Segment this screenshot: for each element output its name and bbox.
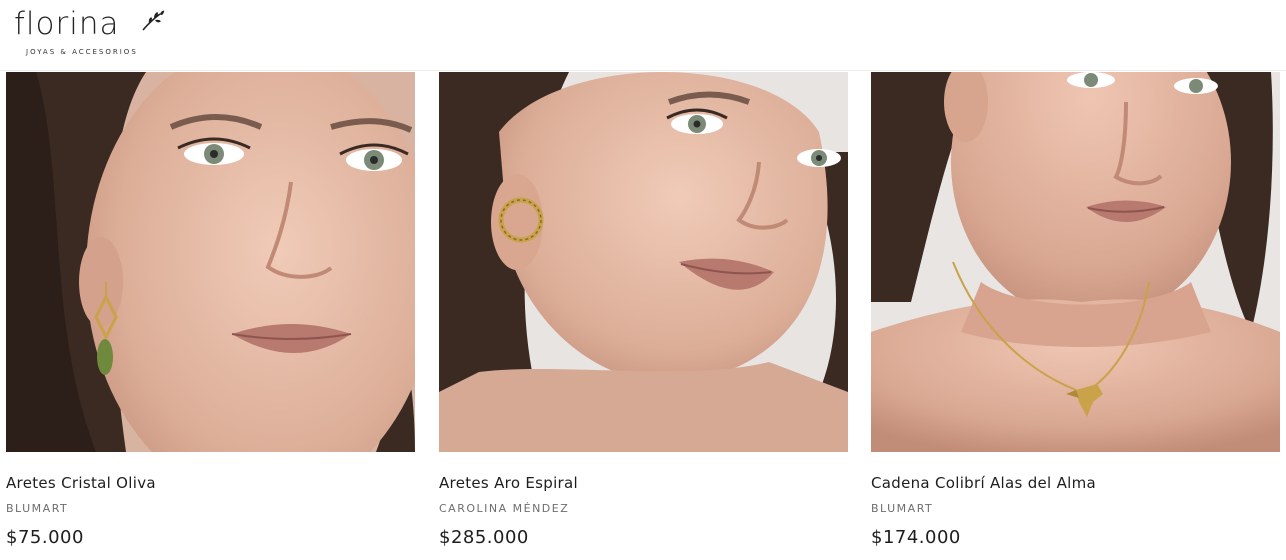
product-name[interactable]: Aretes Aro Espiral [439,474,578,492]
product-image[interactable] [439,72,848,452]
product-card[interactable]: Aretes Cristal Oliva BLUMART $75.000 [6,72,415,548]
product-image[interactable] [6,72,415,452]
product-name[interactable]: Cadena Colibrí Alas del Alma [871,474,1096,492]
logo-wordmark: florina [14,6,120,42]
product-price: $75.000 [6,527,84,548]
product-price: $285.000 [439,527,529,548]
site-logo[interactable]: florina JOYAS & ACCESORIOS [14,6,174,62]
product-brand: CAROLINA MÉNDEZ [439,502,570,515]
product-card[interactable]: Aretes Aro Espiral CAROLINA MÉNDEZ $285.… [439,72,848,548]
logo-tagline: JOYAS & ACCESORIOS [26,48,138,56]
product-brand: BLUMART [871,502,934,515]
site-header: florina JOYAS & ACCESORIOS [0,0,1286,71]
product-image[interactable] [871,72,1280,452]
product-brand: BLUMART [6,502,69,515]
leaf-icon [142,10,165,31]
product-price: $174.000 [871,527,961,548]
product-card[interactable]: Cadena Colibrí Alas del Alma BLUMART $17… [871,72,1280,548]
product-name[interactable]: Aretes Cristal Oliva [6,474,156,492]
